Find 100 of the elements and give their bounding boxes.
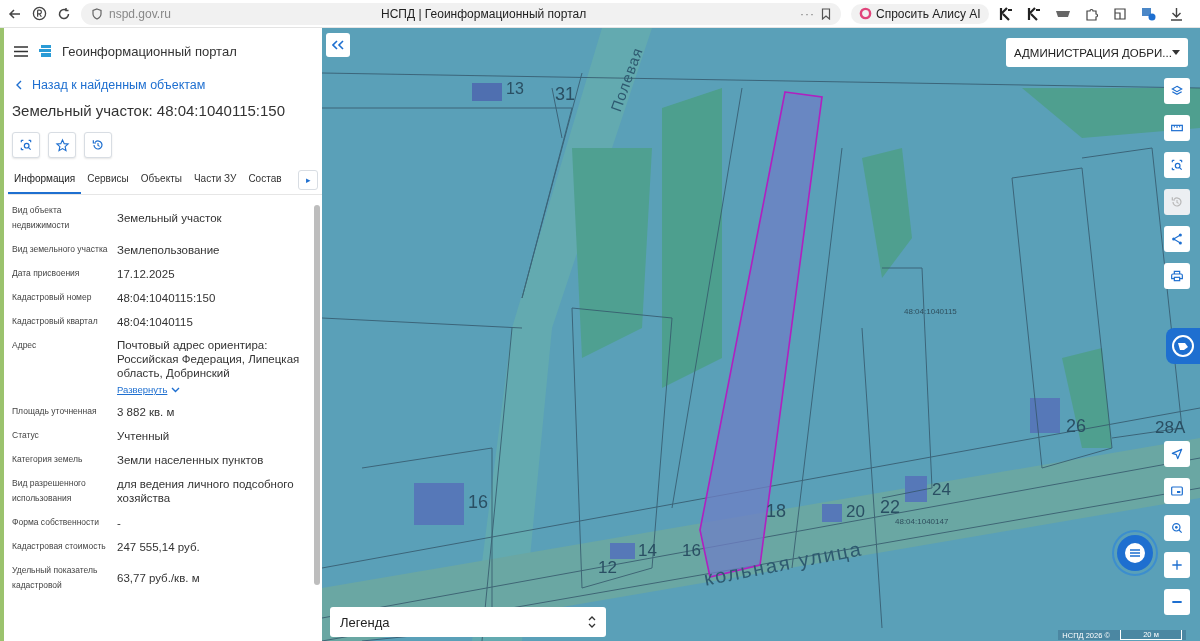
region-dropdown[interactable]: АДМИНИСТРАЦИЯ ДОБРИ... — [1006, 38, 1188, 67]
location-arrow-icon — [1169, 446, 1185, 462]
search-button[interactable] — [1164, 515, 1190, 541]
page-title: НСПД | Геоинформационный портал — [381, 6, 587, 21]
house-number: 16 — [468, 492, 489, 513]
tab[interactable]: Части ЗУ — [187, 166, 243, 194]
app-title: Геоинформационный портал — [62, 43, 237, 59]
field-label: Адрес — [12, 339, 38, 352]
building — [414, 483, 464, 525]
zoom-in-button[interactable] — [1164, 552, 1190, 578]
reload-icon[interactable] — [57, 6, 71, 21]
double-chevron-left-icon — [332, 40, 344, 50]
menu-icon[interactable] — [14, 45, 28, 57]
field-value: 3 882 кв. м — [117, 404, 176, 419]
field-value: Земельный участок — [117, 211, 223, 225]
house-number: 13 — [506, 80, 524, 98]
extension-icon[interactable] — [998, 6, 1013, 21]
field-label: Кадастровый квартал — [12, 315, 99, 328]
building — [822, 504, 842, 522]
download-icon[interactable] — [1169, 6, 1183, 21]
back-arrow-icon[interactable] — [8, 6, 22, 21]
tab[interactable]: Информация — [8, 166, 82, 194]
field-label: Вид объекта недвижимости — [12, 204, 71, 232]
building — [610, 543, 635, 559]
portal-logo-icon — [38, 43, 52, 59]
field-value: для ведения личного подсобного хозяйства — [117, 477, 295, 505]
tab[interactable]: Объекты — [134, 166, 188, 194]
field-value: 17.12.2025 — [117, 266, 176, 281]
field-value: Земли населенных пунктов — [117, 452, 265, 467]
ring-icon — [859, 7, 872, 20]
plus-icon — [1169, 557, 1185, 573]
show-on-map-button[interactable] — [12, 132, 40, 158]
print-icon — [1169, 268, 1185, 284]
object-heading: Земельный участок: 48:04:1040115:150 — [12, 102, 287, 119]
area-search-icon — [1169, 157, 1185, 173]
tab[interactable]: Сервисы — [81, 166, 135, 194]
quarter-number: 48:04:1040115 — [904, 307, 957, 316]
print-button[interactable] — [1164, 263, 1190, 289]
tabs-scroll-button[interactable]: ▸ — [298, 170, 318, 190]
field-value: Землепользование — [117, 242, 221, 257]
field-label: Удельный показатель кадастровой — [12, 564, 99, 592]
share-icon — [1169, 231, 1185, 247]
house-number: 18 — [766, 501, 787, 522]
share-button[interactable] — [1164, 226, 1190, 252]
favorite-button[interactable] — [48, 132, 76, 158]
chevron-left-icon[interactable] — [16, 80, 22, 90]
back-link[interactable]: Назад к найденным объектам — [32, 78, 206, 92]
field-value: 48:04:1040115:150 — [117, 290, 217, 305]
field-label: Площадь уточненная — [12, 405, 98, 418]
shield-icon — [91, 7, 103, 20]
house-number: 28А — [1155, 418, 1186, 438]
more-button[interactable]: ··· — [800, 6, 815, 21]
assistant-button[interactable]: Спросить Алису AI — [851, 3, 989, 24]
house-number: 31 — [555, 84, 576, 105]
history-button[interactable] — [84, 132, 112, 158]
chat-button[interactable] — [1112, 530, 1158, 576]
building — [905, 476, 927, 502]
puzzle-icon[interactable] — [1084, 6, 1099, 21]
house-number: 12 — [598, 558, 617, 578]
field-label: Дата присвоения — [12, 267, 81, 280]
minimap-icon — [1169, 483, 1185, 499]
scrollbar-thumb[interactable] — [314, 205, 320, 585]
building — [472, 83, 502, 101]
browser-logo-icon[interactable] — [32, 6, 47, 21]
chevron-down-icon[interactable] — [171, 386, 181, 393]
field-value: 63,77 руб./кв. м — [117, 571, 201, 585]
tab[interactable]: Состав — [242, 166, 288, 194]
minus-icon — [1169, 601, 1185, 603]
field-value: 48:04:1040115 — [117, 314, 194, 329]
feedback-tab[interactable] — [1166, 328, 1200, 364]
house-number: 16 — [682, 541, 701, 561]
house-number: 20 — [846, 502, 865, 522]
url-text: nspd.gov.ru — [109, 6, 171, 21]
address-bar[interactable]: nspd.gov.ru НСПД | Геоинформационный портал ··· — [81, 2, 841, 25]
legend-dropdown[interactable]: Легенда — [330, 607, 606, 637]
house-number: 26 — [1066, 416, 1087, 437]
area-search-button[interactable] — [1164, 152, 1190, 178]
search-icon — [1169, 520, 1185, 536]
sort-arrows-icon — [588, 616, 596, 628]
field-label: Кадастровая стоимость — [12, 540, 107, 553]
caret-icon — [1172, 50, 1180, 55]
field-value: - — [117, 515, 122, 530]
minimap-button[interactable] — [1164, 478, 1190, 504]
bookmark-icon[interactable] — [821, 7, 831, 20]
quarter-number: 48:04:1040147 — [895, 517, 949, 526]
street-name: кольная улица — [702, 537, 865, 591]
field-value: Почтовый адрес ориентира: Российская Федерация, Липецкая область, Добринский — [117, 338, 301, 380]
chat-bubble-icon — [1171, 334, 1195, 358]
expand-link[interactable]: Развернуть — [117, 384, 168, 395]
layers-button[interactable] — [1164, 78, 1190, 104]
extension-icon[interactable] — [1026, 6, 1041, 21]
field-label: Вид разрешенного использования — [12, 477, 87, 505]
history-icon — [1169, 194, 1185, 210]
field-label: Статус — [12, 429, 40, 442]
field-label: Категория земель — [12, 453, 84, 466]
building — [1030, 398, 1060, 433]
locate-button[interactable] — [1164, 441, 1190, 467]
collapse-panel-button[interactable] — [326, 33, 350, 57]
zoom-out-button[interactable] — [1164, 589, 1190, 615]
ruler-button[interactable] — [1164, 115, 1190, 141]
